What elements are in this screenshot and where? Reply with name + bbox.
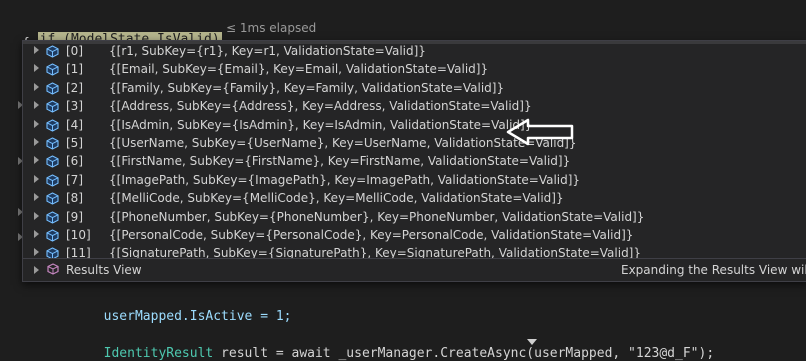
results-view-note: Expanding the Results View will enur — [621, 263, 806, 277]
row-index: [10] — [66, 227, 91, 242]
datatip-row[interactable]: [6] {[FirstName, SubKey={FirstName}, Key=… — [23, 153, 806, 171]
row-index: [4] — [66, 117, 83, 132]
cube-icon — [46, 174, 59, 187]
row-value: {[Email, SubKey={Email}, Key=Email, Vali… — [109, 62, 489, 77]
row-value: {[PhoneNumber, SubKey={PhoneNumber}, Key… — [109, 209, 645, 224]
datatip-row[interactable]: [2] {[Family, SubKey={Family}, Key=Family… — [23, 80, 806, 98]
row-value: {[Address, SubKey={Address}, Key=Address… — [109, 99, 532, 114]
results-view-icon — [47, 263, 59, 275]
expand-arrow-icon[interactable] — [34, 156, 39, 165]
cube-icon — [46, 82, 59, 95]
cube-icon — [46, 63, 59, 77]
datatip-row[interactable]: [5] {[UserName, SubKey={UserName}, Key=Us… — [23, 135, 806, 153]
code-text: userMapped.IsActive = 1; — [103, 309, 292, 324]
row-value: {[IsAdmin, SubKey={IsAdmin}, Key=IsAdmin… — [109, 117, 533, 132]
expand-arrow-icon[interactable] — [34, 211, 39, 220]
datatip-row[interactable]: [3] {[Address, SubKey={Address}, Key=Addr… — [23, 98, 806, 116]
datatip-row[interactable]: [1] {[Email, SubKey={Email}, Key=Email, V… — [23, 61, 806, 79]
cube-icon — [46, 229, 59, 242]
row-index: [0] — [66, 44, 83, 58]
datatip-row[interactable]: [8] {[MelliCode, SubKey={MelliCode}, Key=… — [23, 190, 806, 208]
results-view-label: Results View — [66, 263, 142, 277]
debugger-datatip: [0] {[r1, SubKey={r1}, Key=r1, Validation… — [22, 40, 806, 282]
code-line-create: IdentityResult result = await _userManag… — [88, 331, 714, 361]
code-text: result = await _userManager.CreateAsync(… — [213, 346, 715, 361]
cube-icon — [46, 118, 59, 132]
row-index: [3] — [66, 99, 83, 114]
row-index: [8] — [66, 191, 83, 206]
expand-arrow-icon[interactable] — [34, 266, 39, 274]
row-index: [2] — [66, 80, 83, 95]
expand-arrow-icon[interactable] — [34, 119, 39, 128]
datatip-row[interactable]: [10] {[PersonalCode, SubKey={PersonalCode… — [23, 227, 806, 245]
cube-icon — [46, 100, 59, 113]
left-arrow-annotation-icon — [506, 118, 574, 146]
elapsed-time-label: ≤ 1ms elapsed — [226, 21, 317, 35]
type-name: IdentityResult — [103, 346, 214, 361]
datatip-rows: [0] {[r1, SubKey={r1}, Key=r1, Validation… — [23, 43, 806, 281]
expand-arrow-icon[interactable] — [34, 137, 39, 146]
cube-icon — [46, 192, 59, 205]
datatip-row[interactable]: [7] {[ImagePath, SubKey={ImagePath}, Key=… — [23, 172, 806, 190]
expand-arrow-icon[interactable] — [34, 46, 39, 54]
expand-arrow-icon[interactable] — [34, 229, 39, 238]
row-index: [7] — [66, 172, 83, 187]
expand-arrow-icon[interactable] — [34, 248, 39, 257]
expand-arrow-icon[interactable] — [34, 193, 39, 202]
datatip-row[interactable]: [9] {[PhoneNumber, SubKey={PhoneNumber}, … — [23, 209, 806, 227]
cube-icon — [46, 137, 59, 150]
row-index: [9] — [66, 209, 83, 224]
expand-arrow-icon[interactable] — [34, 64, 39, 73]
results-view-row[interactable]: Results View Expanding the Results View … — [23, 258, 806, 281]
expand-arrow-icon[interactable] — [34, 101, 39, 110]
row-value: {[MelliCode, SubKey={MelliCode}, Key=Mel… — [109, 191, 564, 206]
expand-arrow-icon[interactable] — [34, 174, 39, 183]
row-value: {[ImagePath, SubKey={ImagePath}, Key=Ima… — [109, 172, 581, 187]
code-line-isactive: userMapped.IsActive = 1; — [88, 294, 292, 324]
row-value: {[FirstName, SubKey={FirstName}, Key=Fir… — [109, 154, 571, 169]
datatip-row[interactable]: [4] {[IsAdmin, SubKey={IsAdmin}, Key=IsAd… — [23, 117, 806, 135]
cube-icon — [46, 45, 59, 58]
cube-icon — [46, 210, 59, 224]
row-index: [6] — [66, 154, 83, 169]
row-value: {[r1, SubKey={r1}, Key=r1, ValidationSta… — [109, 44, 426, 58]
expand-arrow-icon[interactable] — [34, 82, 39, 91]
row-index: [5] — [66, 135, 83, 150]
row-index: [1] — [66, 62, 83, 77]
row-value: {[Family, SubKey={Family}, Key=Family, V… — [109, 80, 505, 95]
row-value: {[PersonalCode, SubKey={PersonalCode}, K… — [109, 227, 634, 242]
cube-icon — [46, 155, 59, 168]
datatip-row[interactable]: [0] {[r1, SubKey={r1}, Key=r1, Validation… — [23, 43, 806, 61]
